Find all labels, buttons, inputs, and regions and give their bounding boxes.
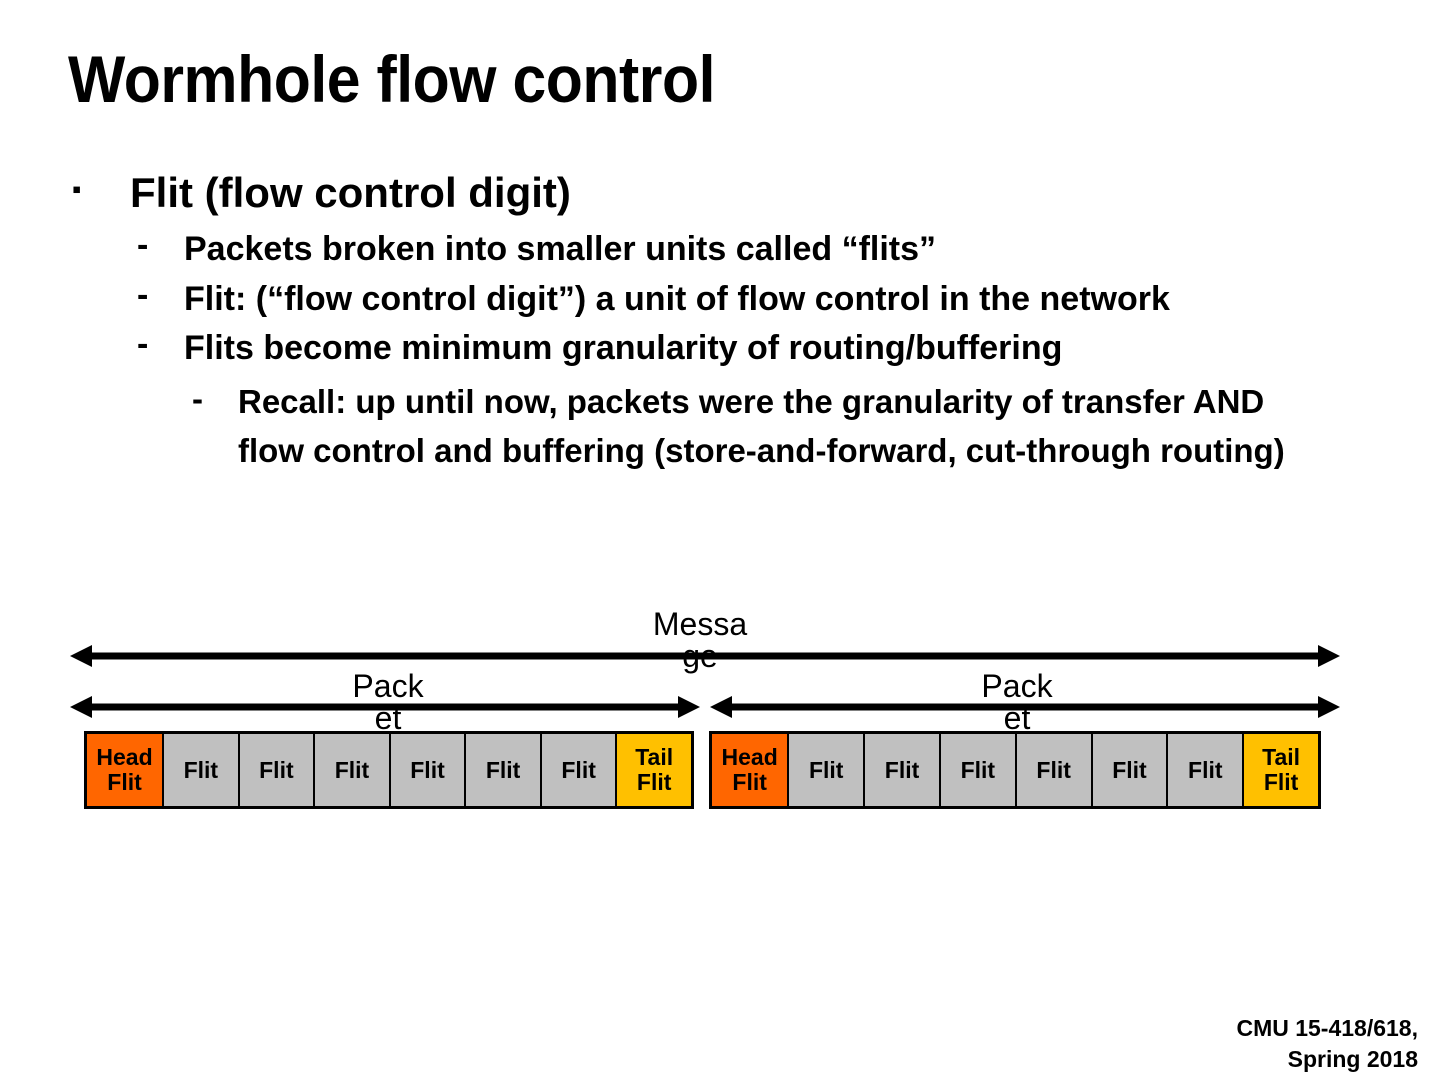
flit-label-line1: Head <box>96 744 153 771</box>
flit-label-line2: Flit <box>636 769 672 795</box>
flit-head: Head Flit <box>712 734 788 806</box>
flit-tail: Tail Flit <box>1244 734 1318 806</box>
flit-label: Flit <box>960 756 996 783</box>
flit-body: Flit <box>1092 734 1167 806</box>
packet-span-label-right-line1: Pack <box>981 668 1053 704</box>
flit-body: Flit <box>541 734 616 806</box>
message-span-label: Messa ge <box>640 608 760 672</box>
packet-span-label-right: Pack et <box>957 670 1077 734</box>
bullet-level2-label: Packets broken into smaller units called… <box>184 230 937 269</box>
flit-label-line1: Tail <box>1262 744 1301 771</box>
flit-packet-diagram: Messa ge Pack et Pack et Head Flit Flit … <box>0 0 1440 1080</box>
bullet-level1: ▪ Flit (flow control digit) <box>0 170 1440 215</box>
flit-head: Head Flit <box>87 734 163 806</box>
packet-span-label-left-line1: Pack <box>352 668 424 704</box>
flit-label-line1: Tail <box>635 744 674 771</box>
flit-body: Flit <box>164 734 238 806</box>
flit-label: Flit <box>334 756 370 783</box>
flit-label-line1: Head <box>721 744 778 771</box>
dash-bullet-icon: - <box>192 379 203 417</box>
bullet-level3-item-1: - Recall: up until now, packets were the… <box>0 378 1440 476</box>
bullet-level2-label: Flits become minimum granularity of rout… <box>184 329 1063 368</box>
packet-left: Head Flit Flit Flit Flit Flit Flit Flit … <box>84 731 694 809</box>
flit-label: Flit <box>1112 756 1147 783</box>
packet-right: Head Flit Flit Flit Flit Flit Flit Flit … <box>709 731 1321 809</box>
footer-term: Spring 2018 <box>1287 1045 1418 1072</box>
packet-span-label-left-line2: et <box>374 700 402 736</box>
message-span-label-line2: ge <box>682 638 718 674</box>
flit-label: Flit <box>561 756 596 783</box>
bullet-list: ▪ Flit (flow control digit) - Packets br… <box>0 170 1440 475</box>
flit-label: Flit <box>1188 756 1223 783</box>
page-title: Wormhole flow control <box>68 42 716 116</box>
flit-label-line2: Flit <box>107 769 142 795</box>
flit-body: Flit <box>940 734 1015 806</box>
bullet-level2-item-1: - Packets broken into smaller units call… <box>0 226 1440 270</box>
bullet-level1-label: Flit (flow control digit) <box>130 169 571 216</box>
packet-span-label-right-line2: et <box>1003 700 1031 736</box>
flit-label: Flit <box>183 756 219 783</box>
bullet-level3-label: Recall: up until now, packets were the g… <box>238 382 1285 469</box>
flit-label: Flit <box>808 756 844 783</box>
slide-footer: CMU 15-418/618, Spring 2018 <box>1236 1013 1418 1074</box>
bullet-level2-item-3: - Flits become minimum granularity of ro… <box>0 325 1440 369</box>
flit-body: Flit <box>865 734 939 806</box>
flit-label: Flit <box>259 756 294 783</box>
flit-body: Flit <box>466 734 540 806</box>
flit-body: Flit <box>789 734 864 806</box>
message-span-label-line1: Messa <box>652 606 748 642</box>
flit-body: Flit <box>1168 734 1243 806</box>
bullet-level2-item-2: - Flit: (“flow control digit”) a unit of… <box>0 276 1440 320</box>
bullet-level2-label: Flit: (“flow control digit”) a unit of f… <box>184 279 1170 318</box>
flit-body: Flit <box>1016 734 1091 806</box>
flit-body: Flit <box>239 734 314 806</box>
dash-bullet-icon: - <box>137 226 149 265</box>
flit-label: Flit <box>1036 756 1071 783</box>
flit-tail: Tail Flit <box>617 734 691 806</box>
flit-label-line2: Flit <box>732 769 767 795</box>
packet-span-label-left: Pack et <box>328 670 448 734</box>
flit-body: Flit <box>390 734 465 806</box>
flit-label-line2: Flit <box>1263 769 1299 795</box>
footer-course: CMU 15-418/618, <box>1236 1015 1418 1042</box>
flit-label: Flit <box>410 756 445 783</box>
flit-label: Flit <box>884 756 920 783</box>
dash-bullet-icon: - <box>137 275 149 314</box>
flit-label: Flit <box>485 756 521 783</box>
flit-body: Flit <box>315 734 389 806</box>
square-bullet-icon: ▪ <box>72 174 82 204</box>
dash-bullet-icon: - <box>137 325 149 364</box>
